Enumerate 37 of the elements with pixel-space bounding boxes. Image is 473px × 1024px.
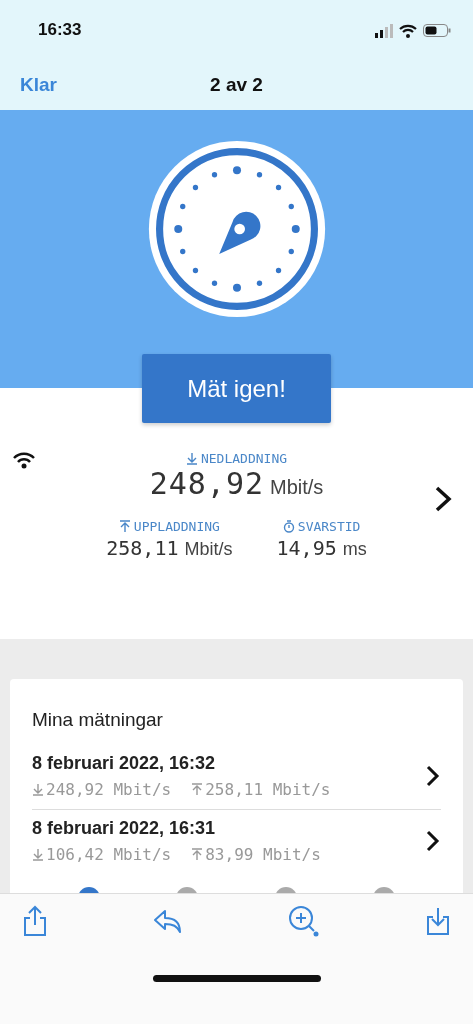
upload-speed: 83,99 Mbit/s	[191, 845, 321, 864]
chevron-icon[interactable]	[425, 829, 441, 853]
download-label: NEDLADDNING	[185, 451, 288, 466]
download-icon	[32, 783, 44, 796]
history-title: Mina mätningar	[32, 709, 164, 731]
upload-icon	[118, 520, 131, 533]
stopwatch-icon	[282, 520, 295, 533]
upload-label: UPPLADDNING	[118, 519, 220, 534]
download-speed: 106,42 Mbit/s	[32, 845, 172, 864]
measure-again-button[interactable]: Mät igen!	[142, 354, 331, 423]
wifi-icon	[399, 22, 417, 38]
upload-icon	[191, 848, 204, 861]
page-counter: 2 av 2	[210, 74, 263, 96]
measurement-date[interactable]: 8 februari 2022, 16:32	[32, 753, 331, 774]
battery-icon	[423, 23, 451, 37]
upload-unit: Mbit/s	[184, 539, 233, 559]
chevron-icon[interactable]	[425, 764, 441, 788]
signal-icon	[375, 22, 393, 38]
share-button[interactable]	[22, 905, 48, 937]
ping-value: 14,95	[276, 536, 337, 560]
chevron-icon[interactable]	[433, 485, 453, 513]
wifi-icon	[12, 451, 36, 469]
ping-unit: ms	[342, 539, 367, 559]
download-speed: 248,92 Mbit/s	[32, 780, 172, 799]
save-button[interactable]	[425, 906, 451, 936]
download-icon	[32, 848, 44, 861]
zoom-in-button[interactable]	[288, 905, 320, 937]
reply-button[interactable]	[153, 908, 183, 934]
ping-label: SVARSTID	[282, 519, 361, 534]
status-time: 16:33	[38, 20, 82, 40]
upload-value: 258,11	[106, 536, 179, 560]
download-value: 248,92	[149, 466, 264, 501]
upload-speed: 258,11 Mbit/s	[191, 780, 331, 799]
measurement-date[interactable]: 8 februari 2022, 16:31	[32, 818, 321, 839]
download-icon	[185, 452, 198, 465]
upload-icon	[191, 783, 204, 796]
download-unit: Mbit/s	[270, 476, 324, 498]
